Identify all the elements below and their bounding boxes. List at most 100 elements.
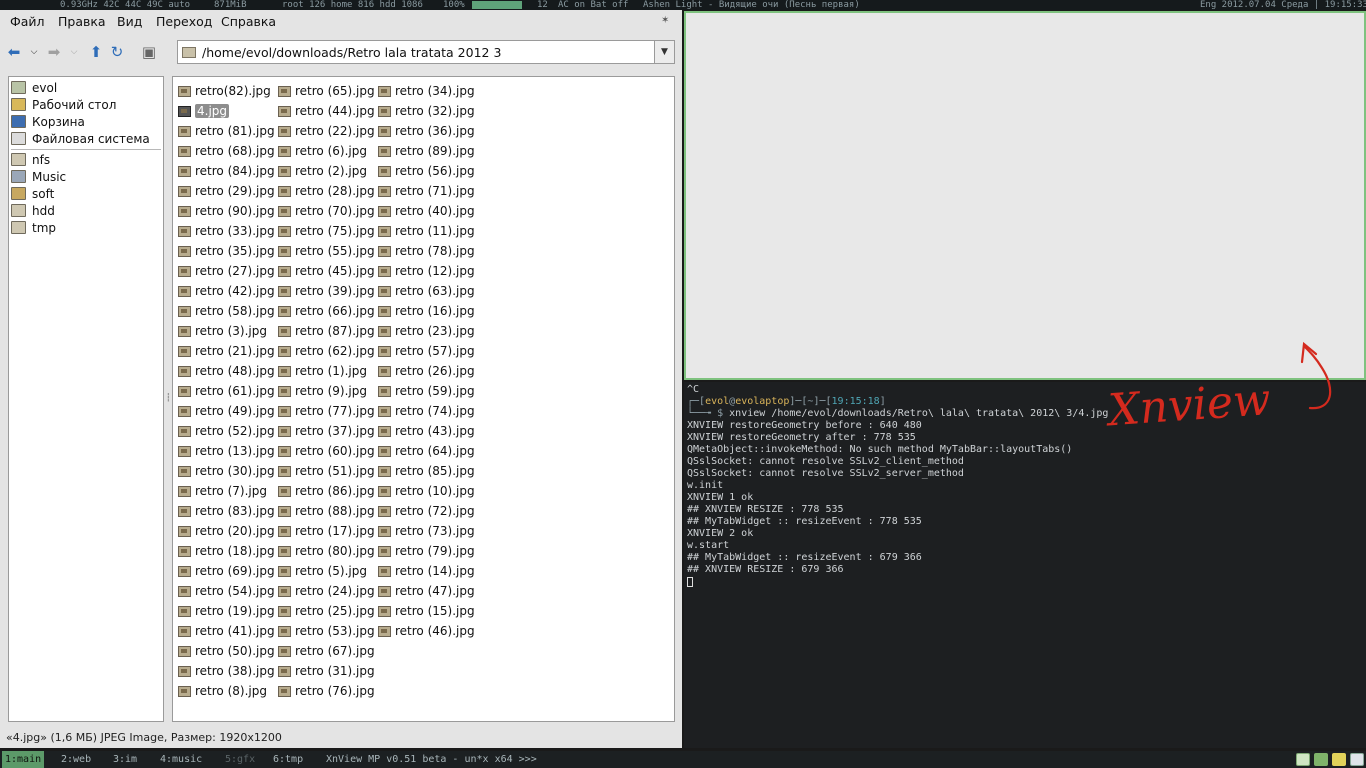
file-item[interactable]: retro (47).jpg bbox=[378, 582, 475, 600]
file-item[interactable]: retro (89).jpg bbox=[378, 142, 475, 160]
panel-splitter[interactable]: ┇ bbox=[166, 394, 171, 410]
file-item[interactable]: retro(82).jpg bbox=[178, 82, 271, 100]
file-item[interactable]: retro (52).jpg bbox=[178, 422, 275, 440]
terminal-window[interactable]: ^C ┌─[evol@evolaptop]─[~]─[19:15:18] └──… bbox=[684, 382, 1366, 748]
workspace-gfx[interactable]: 5:gfx bbox=[222, 751, 258, 768]
user-icon[interactable] bbox=[1314, 753, 1328, 766]
file-item[interactable]: retro (32).jpg bbox=[378, 102, 475, 120]
file-item[interactable]: 4.jpg bbox=[178, 102, 230, 120]
file-item[interactable]: retro (44).jpg bbox=[278, 102, 375, 120]
file-item[interactable]: retro (81).jpg bbox=[178, 122, 275, 140]
place-item[interactable]: Рабочий стол bbox=[11, 96, 116, 113]
file-item[interactable]: retro (63).jpg bbox=[378, 282, 475, 300]
screen-icon[interactable] bbox=[1350, 753, 1364, 766]
file-item[interactable]: retro (12).jpg bbox=[378, 262, 475, 280]
file-item[interactable]: retro (72).jpg bbox=[378, 502, 475, 520]
file-item[interactable]: retro (45).jpg bbox=[278, 262, 375, 280]
file-item[interactable]: retro (68).jpg bbox=[178, 142, 275, 160]
file-item[interactable]: retro (87).jpg bbox=[278, 322, 375, 340]
workspace-im[interactable]: 3:im bbox=[110, 751, 140, 768]
file-item[interactable]: retro (56).jpg bbox=[378, 162, 475, 180]
file-item[interactable]: retro (57).jpg bbox=[378, 342, 475, 360]
file-item[interactable]: retro (62).jpg bbox=[278, 342, 375, 360]
file-item[interactable]: retro (38).jpg bbox=[178, 662, 275, 680]
file-item[interactable]: retro (24).jpg bbox=[278, 582, 375, 600]
address-history-dropdown[interactable]: ▼ bbox=[655, 40, 675, 64]
workspace-web[interactable]: 2:web bbox=[58, 751, 94, 768]
file-item[interactable]: retro (73).jpg bbox=[378, 522, 475, 540]
file-item[interactable]: retro (40).jpg bbox=[378, 202, 475, 220]
pin-icon[interactable]: ✶ bbox=[661, 16, 671, 26]
file-item[interactable]: retro (27).jpg bbox=[178, 262, 275, 280]
network-icon[interactable] bbox=[1296, 753, 1310, 766]
file-item[interactable]: retro (46).jpg bbox=[378, 622, 475, 640]
file-item[interactable]: retro (61).jpg bbox=[178, 382, 275, 400]
active-window-title[interactable]: XnView MP v0.51 beta - un*x x64 >>> bbox=[323, 751, 540, 768]
file-item[interactable]: retro (35).jpg bbox=[178, 242, 275, 260]
reload-button[interactable]: ↻ bbox=[107, 42, 127, 62]
file-item[interactable]: retro (80).jpg bbox=[278, 542, 375, 560]
file-item[interactable]: retro (17).jpg bbox=[278, 522, 375, 540]
file-item[interactable]: retro (15).jpg bbox=[378, 602, 475, 620]
file-item[interactable]: retro (60).jpg bbox=[278, 442, 375, 460]
file-item[interactable]: retro (9).jpg bbox=[278, 382, 367, 400]
file-item[interactable]: retro (43).jpg bbox=[378, 422, 475, 440]
file-item[interactable]: retro (39).jpg bbox=[278, 282, 375, 300]
file-item[interactable]: retro (34).jpg bbox=[378, 82, 475, 100]
place-item[interactable]: Файловая система bbox=[11, 130, 150, 147]
file-item[interactable]: retro (55).jpg bbox=[278, 242, 375, 260]
file-item[interactable]: retro (49).jpg bbox=[178, 402, 275, 420]
file-item[interactable]: retro (88).jpg bbox=[278, 502, 375, 520]
file-item[interactable]: retro (18).jpg bbox=[178, 542, 275, 560]
file-item[interactable]: retro (30).jpg bbox=[178, 462, 275, 480]
file-item[interactable]: retro (3).jpg bbox=[178, 322, 267, 340]
forward-button[interactable]: ➡ bbox=[44, 42, 64, 62]
file-item[interactable]: retro (25).jpg bbox=[278, 602, 375, 620]
file-item[interactable]: retro (33).jpg bbox=[178, 222, 275, 240]
menu-file[interactable]: Файл bbox=[10, 14, 45, 29]
file-item[interactable]: retro (51).jpg bbox=[278, 462, 375, 480]
file-item[interactable]: retro (77).jpg bbox=[278, 402, 375, 420]
file-item[interactable]: retro (14).jpg bbox=[378, 562, 475, 580]
file-item[interactable]: retro (28).jpg bbox=[278, 182, 375, 200]
file-item[interactable]: retro (11).jpg bbox=[378, 222, 475, 240]
place-item[interactable]: Корзина bbox=[11, 113, 85, 130]
file-item[interactable]: retro (76).jpg bbox=[278, 682, 375, 700]
file-item[interactable]: retro (10).jpg bbox=[378, 482, 475, 500]
bookmark-item[interactable]: Music bbox=[11, 168, 66, 185]
file-item[interactable]: retro (59).jpg bbox=[378, 382, 475, 400]
up-button[interactable]: ⬆ bbox=[86, 42, 106, 62]
bookmark-item[interactable]: soft bbox=[11, 185, 54, 202]
file-item[interactable]: retro (36).jpg bbox=[378, 122, 475, 140]
file-item[interactable]: retro (75).jpg bbox=[278, 222, 375, 240]
notes-icon[interactable] bbox=[1332, 753, 1346, 766]
menu-go[interactable]: Переход bbox=[156, 14, 212, 29]
file-item[interactable]: retro (69).jpg bbox=[178, 562, 275, 580]
file-item[interactable]: retro (23).jpg bbox=[378, 322, 475, 340]
file-item[interactable]: retro (31).jpg bbox=[278, 662, 375, 680]
file-item[interactable]: retro (22).jpg bbox=[278, 122, 375, 140]
file-item[interactable]: retro (79).jpg bbox=[378, 542, 475, 560]
address-bar[interactable]: /home/evol/downloads/Retro lala tratata … bbox=[177, 40, 655, 64]
file-item[interactable]: retro (85).jpg bbox=[378, 462, 475, 480]
file-item[interactable]: retro (6).jpg bbox=[278, 142, 367, 160]
file-item[interactable]: retro (42).jpg bbox=[178, 282, 275, 300]
file-item[interactable]: retro (66).jpg bbox=[278, 302, 375, 320]
file-item[interactable]: retro (64).jpg bbox=[378, 442, 475, 460]
file-item[interactable]: retro (29).jpg bbox=[178, 182, 275, 200]
file-item[interactable]: retro (84).jpg bbox=[178, 162, 275, 180]
file-item[interactable]: retro (26).jpg bbox=[378, 362, 475, 380]
bookmark-item[interactable]: tmp bbox=[11, 219, 56, 236]
back-history-button[interactable]: ⌵ bbox=[29, 42, 39, 62]
xnview-window[interactable] bbox=[684, 11, 1366, 380]
file-item[interactable]: retro (16).jpg bbox=[378, 302, 475, 320]
forward-history-button[interactable]: ⌵ bbox=[69, 42, 79, 62]
menu-view[interactable]: Вид bbox=[117, 14, 142, 29]
file-item[interactable]: retro (86).jpg bbox=[278, 482, 375, 500]
file-item[interactable]: retro (53).jpg bbox=[278, 622, 375, 640]
file-item[interactable]: retro (83).jpg bbox=[178, 502, 275, 520]
file-item[interactable]: retro (2).jpg bbox=[278, 162, 367, 180]
file-item[interactable]: retro (8).jpg bbox=[178, 682, 267, 700]
file-item[interactable]: retro (20).jpg bbox=[178, 522, 275, 540]
workspace-main[interactable]: 1:main bbox=[2, 751, 45, 768]
